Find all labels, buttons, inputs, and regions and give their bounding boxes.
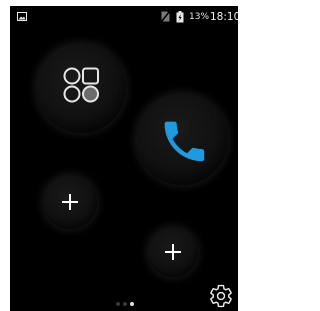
plus-icon <box>62 194 78 210</box>
home-screen: 13% 18:10 <box>10 6 238 311</box>
page-dot-3[interactable] <box>130 302 134 306</box>
phone-app-button[interactable] <box>136 93 228 185</box>
settings-button[interactable] <box>208 283 234 309</box>
plus-icon <box>165 244 181 260</box>
page-indicator <box>116 302 134 308</box>
add-shortcut-button-1[interactable] <box>43 175 97 229</box>
status-bar: 13% 18:10 <box>10 6 238 28</box>
page-dot-1[interactable] <box>116 302 120 306</box>
page-dot-2[interactable] <box>123 302 127 306</box>
battery-percentage: 13% <box>189 12 210 22</box>
battery-charging-icon <box>176 11 184 23</box>
settings-gear-icon <box>210 284 232 308</box>
add-shortcut-button-2[interactable] <box>148 227 198 277</box>
app-drawer-button[interactable] <box>36 43 126 133</box>
no-sim-icon <box>161 11 170 22</box>
status-clock: 18:10 <box>210 11 238 23</box>
apps-grid-icon <box>63 67 99 103</box>
notification-image-icon <box>17 12 27 21</box>
phone-icon <box>164 121 205 162</box>
